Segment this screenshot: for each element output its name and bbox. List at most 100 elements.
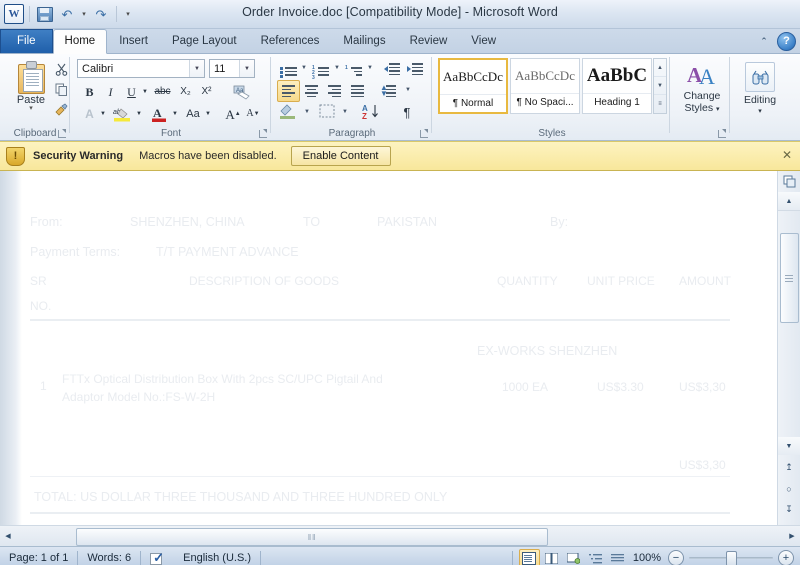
horizontal-scroll-thumb[interactable]: ‖‖ [76,528,548,546]
underline-dropdown-icon[interactable]: ▼ [139,81,151,103]
vertical-scrollbar[interactable]: ▲ ▼ ↥ ○ ↧ [777,171,800,525]
clipboard-dialog-launcher[interactable] [57,129,66,138]
subscript-button[interactable]: X₂ [174,81,197,103]
bullets-button[interactable] [277,58,300,80]
multilevel-dropdown-icon[interactable]: ▼ [364,58,376,80]
font-color-dropdown-icon[interactable]: ▼ [169,103,181,125]
numbering-dropdown-icon[interactable]: ▼ [331,58,343,80]
close-icon[interactable]: ✕ [782,149,792,161]
editing-dropdown-icon[interactable]: ▾ [758,106,762,118]
align-left-button[interactable] [277,80,300,102]
tab-mailings[interactable]: Mailings [331,29,397,53]
font-size-combobox[interactable]: 11 ▼ [209,59,255,78]
bullets-dropdown-icon[interactable]: ▼ [298,58,310,80]
enable-content-button[interactable]: Enable Content [290,146,391,166]
scroll-down-button[interactable]: ▼ [778,437,800,455]
shrink-font-button[interactable]: A ▼ [242,103,264,125]
sort-button[interactable]: AZ [360,102,386,124]
page-indicator[interactable]: Page: 1 of 1 [0,547,77,565]
style-normal[interactable]: AaBbCcDc ¶ Normal [438,58,508,114]
styles-dialog-launcher[interactable] [717,129,726,138]
grow-font-button[interactable]: A ▲ [222,103,244,125]
zoom-level[interactable]: 100% [633,552,661,564]
tab-references[interactable]: References [249,29,332,53]
clear-formatting-button[interactable]: Aa [229,81,255,103]
bold-button[interactable]: B [78,81,101,103]
scroll-up-button[interactable]: ▲ [778,192,800,211]
text-effects-dropdown-icon[interactable]: ▼ [97,103,109,125]
tab-review[interactable]: Review [398,29,460,53]
font-dialog-launcher[interactable] [258,129,267,138]
center-button[interactable] [300,80,323,102]
numbering-button[interactable]: 123 [310,58,333,81]
language-indicator[interactable]: English (U.S.) [174,547,260,565]
chevron-down-icon[interactable]: ▼ [189,60,204,77]
paragraph-dialog-launcher[interactable] [419,129,428,138]
scroll-right-button[interactable]: ▶ [784,527,800,545]
strikethrough-button[interactable]: abc [151,81,174,103]
editing-button[interactable]: Editing ▾ [733,58,787,122]
shading-dropdown-icon[interactable]: ▼ [301,102,313,124]
font-name-combobox[interactable]: Calibri ▼ [77,59,205,78]
styles-scroll-up-icon[interactable]: ▲ [654,59,666,77]
styles-scroll-down-icon[interactable]: ▼ [654,77,666,95]
tab-home[interactable]: Home [52,29,108,54]
style-preview: AaBbC [586,65,648,86]
full-screen-reading-view-button[interactable] [541,549,562,565]
vertical-scroll-thumb[interactable] [780,233,799,323]
italic-button[interactable]: I [99,81,122,103]
next-page-button[interactable]: ↧ [780,501,798,518]
change-styles-button[interactable]: A A Change Styles ▾ [675,58,729,122]
text-highlight-color-button[interactable]: ab [109,103,135,125]
outline-view-button[interactable] [585,549,606,565]
change-case-dropdown-icon[interactable]: ▼ [202,103,214,125]
zoom-in-button[interactable]: + [778,550,794,565]
chevron-down-icon[interactable]: ▼ [239,60,254,77]
document-text-line: DESCRIPTION OF GOODS [189,274,340,288]
decrease-indent-button[interactable] [382,58,405,80]
horizontal-scrollbar[interactable]: ◀ ‖‖ ▶ [0,525,800,546]
styles-gallery-scroll[interactable]: ▲ ▼ ≡ [653,58,667,114]
zoom-slider[interactable] [689,551,773,565]
zoom-slider-thumb[interactable] [726,551,737,565]
select-browse-object-top-icon[interactable] [780,173,798,190]
minimize-ribbon-icon[interactable]: ⌃ [755,33,773,51]
previous-page-button[interactable]: ↥ [780,459,798,476]
line-spacing-button[interactable]: ▲ ▼ [376,80,404,102]
borders-dropdown-icon[interactable]: ▼ [339,102,351,124]
select-browse-object-button[interactable]: ○ [780,480,798,497]
scroll-left-button[interactable]: ◀ [0,527,16,545]
show-formatting-marks-button[interactable]: ¶ [396,102,418,124]
increase-indent-button[interactable] [405,58,428,80]
styles-group-label: Styles [538,128,566,139]
align-right-button[interactable] [323,80,346,102]
paste-dropdown-icon[interactable]: ▾ [29,105,33,112]
web-layout-view-button[interactable] [563,549,584,565]
help-button[interactable]: ? [777,32,796,51]
tab-page-layout[interactable]: Page Layout [160,29,249,53]
highlight-dropdown-icon[interactable]: ▼ [133,103,145,125]
style-no-spacing[interactable]: AaBbCcDc ¶ No Spaci... [510,58,580,114]
security-warning-title: Security Warning [33,150,124,162]
style-heading-1[interactable]: AaBbC Heading 1 [582,58,652,114]
styles-more-icon[interactable]: ≡ [654,95,666,112]
superscript-button[interactable]: X² [195,81,218,103]
draft-view-button[interactable] [607,549,628,565]
tab-insert[interactable]: Insert [107,29,160,53]
word-count[interactable]: Words: 6 [78,547,140,565]
paste-button[interactable]: Paste ▾ [6,58,56,122]
document-page[interactable]: From: SHENZHEN, CHINA TO PAKISTAN By: Payment… [22,171,778,525]
multilevel-list-button[interactable]: 1 [343,58,366,80]
tab-view[interactable]: View [459,29,508,53]
zoom-out-button[interactable]: − [668,550,684,565]
line-spacing-dropdown-icon[interactable]: ▼ [402,80,414,102]
proofing-status[interactable] [141,547,174,565]
print-layout-view-button[interactable] [518,548,540,565]
shading-button[interactable] [277,102,303,124]
tab-file[interactable]: File [0,29,53,53]
borders-button[interactable] [317,102,341,124]
horizontal-scroll-track[interactable]: ‖‖ [16,527,784,546]
spelling-check-icon [150,550,165,565]
font-color-button[interactable]: A [147,103,171,125]
justify-button[interactable] [346,80,369,102]
